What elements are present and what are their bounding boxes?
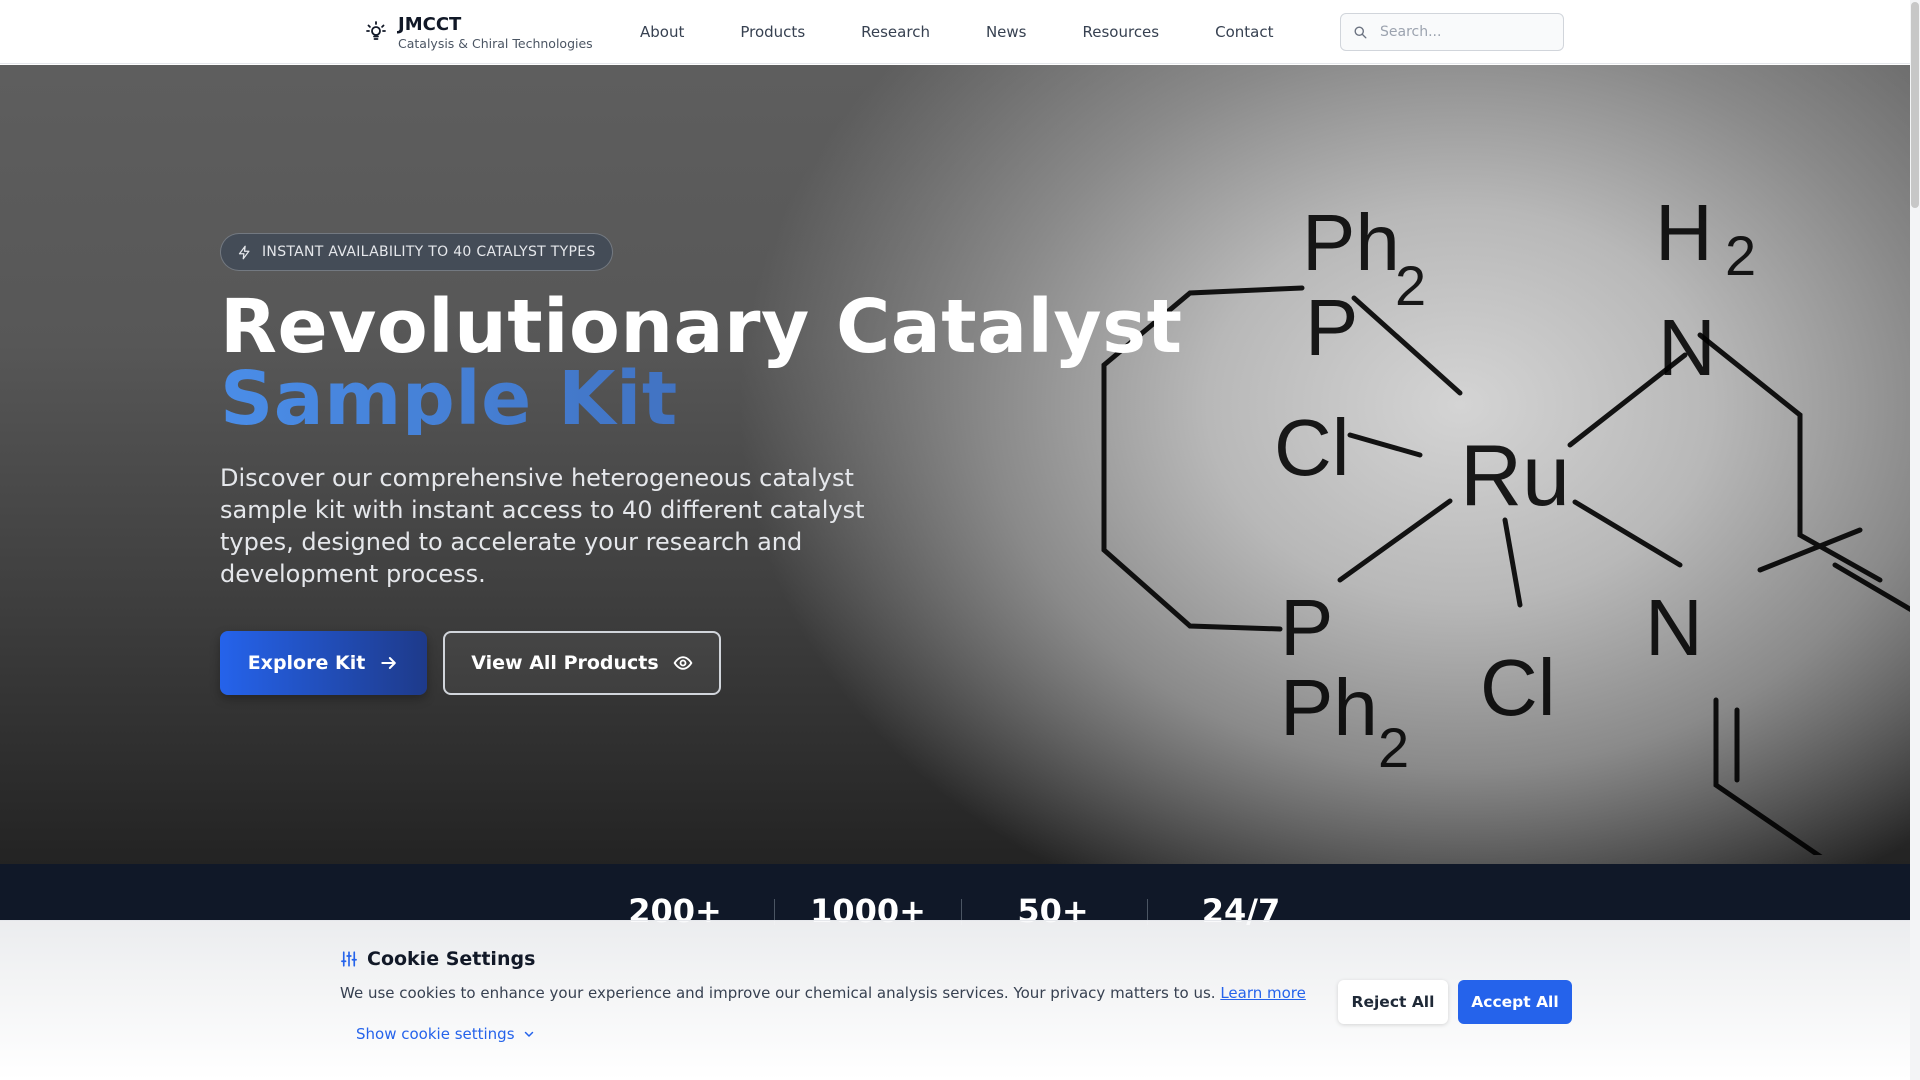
ruthenium-complex-structure-image: Ph 2 P Cl Ru P Ph 2 Cl H 2 N N (1101, 188, 1910, 855)
arrow-right-icon (381, 657, 397, 669)
molecule-label-n-top: N (1658, 303, 1716, 392)
cookie-message-text: We use cookies to enhance your experienc… (340, 984, 1216, 1002)
scrollbar-thumb[interactable] (1911, 2, 1919, 208)
molecule-label-p-top: P (1305, 283, 1358, 372)
nav-resources[interactable]: Resources (1083, 23, 1160, 41)
chevron-down-icon (524, 1031, 533, 1037)
show-cookie-settings-toggle[interactable]: Show cookie settings (356, 1025, 535, 1043)
nav-about[interactable]: About (640, 23, 684, 41)
reject-all-button[interactable]: Reject All (1338, 980, 1448, 1024)
lightbulb-icon (366, 21, 386, 40)
explore-kit-button[interactable]: Explore Kit (220, 631, 427, 695)
availability-badge: INSTANT AVAILABILITY TO 40 CATALYST TYPE… (220, 233, 613, 271)
cookie-message: We use cookies to enhance your experienc… (340, 984, 1306, 1002)
molecule-label-cl-left: Cl (1274, 403, 1350, 492)
molecule-label-sub2-top: 2 (1395, 254, 1426, 317)
molecule-label-ph2-top: Ph (1302, 198, 1400, 287)
cookie-title: Cookie Settings (340, 948, 535, 970)
search-icon (1354, 26, 1367, 38)
hero-title-line2: Sample Kit (220, 362, 1183, 436)
molecule-label-p-bottom: P (1280, 583, 1333, 672)
explore-kit-label: Explore Kit (247, 652, 366, 674)
sliders-icon (341, 951, 357, 967)
cookie-banner: Cookie Settings We use cookies to enhanc… (0, 920, 1910, 1080)
hero-description: Discover our comprehensive heterogeneous… (220, 464, 865, 588)
search-input[interactable] (1380, 24, 1550, 40)
molecule-label-h2: H (1655, 188, 1713, 277)
molecule-label-cl-bottom: Cl (1480, 643, 1556, 732)
nav-news[interactable]: News (986, 23, 1027, 41)
hero-section: Ph 2 P Cl Ru P Ph 2 Cl H 2 N N INSTANT A… (0, 65, 1910, 864)
nav-products[interactable]: Products (740, 23, 805, 41)
badge-text: INSTANT AVAILABILITY TO 40 CATALYST TYPE… (262, 244, 596, 260)
nav-contact[interactable]: Contact (1215, 23, 1273, 41)
brand-tagline: Catalysis & Chiral Technologies (398, 36, 593, 51)
view-all-products-label: View All Products (471, 652, 659, 674)
search-box[interactable] (1340, 13, 1564, 51)
cookie-title-text: Cookie Settings (367, 948, 536, 970)
brand-logo[interactable]: JMCCT Catalysis & Chiral Technologies (364, 14, 593, 52)
molecule-label-n-bottom: N (1645, 583, 1703, 672)
molecule-label-sub2-h: 2 (1725, 224, 1756, 287)
brand-name: JMCCT (398, 14, 462, 35)
molecule-label-ru: Ru (1460, 428, 1570, 524)
molecule-label-ph2-bottom: Ph (1280, 663, 1378, 752)
nav-research[interactable]: Research (861, 23, 930, 41)
view-all-products-button[interactable]: View All Products (443, 631, 721, 695)
hero-title: Revolutionary Catalyst Sample Kit (220, 290, 1183, 436)
learn-more-link[interactable]: Learn more (1220, 984, 1306, 1002)
lightning-icon (238, 245, 250, 259)
main-nav: About Products Research News Resources C… (640, 0, 1329, 64)
site-header: JMCCT Catalysis & Chiral Technologies Ab… (0, 0, 1910, 64)
show-cookie-settings-label: Show cookie settings (356, 1025, 515, 1043)
eye-icon (673, 656, 693, 670)
accept-all-button[interactable]: Accept All (1458, 980, 1572, 1024)
molecule-label-sub2-bottom: 2 (1378, 716, 1409, 779)
